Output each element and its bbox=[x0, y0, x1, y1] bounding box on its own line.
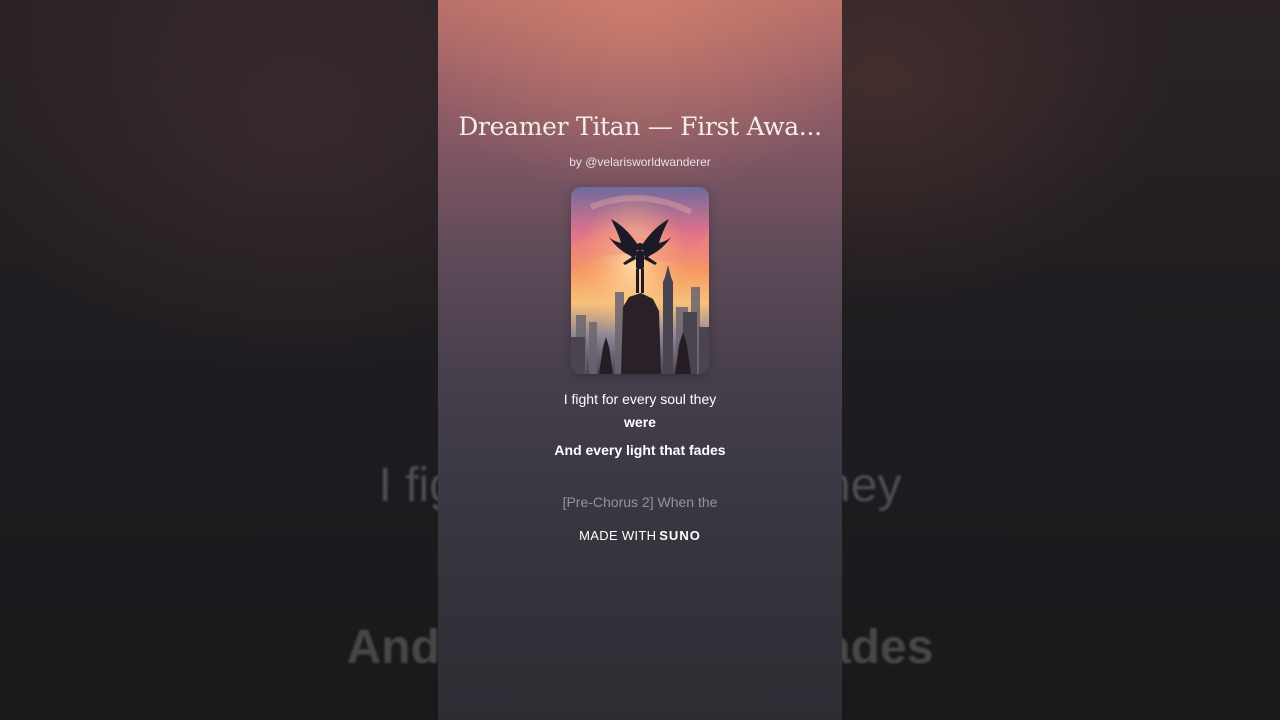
current-lyric-line: I fight for every soul they bbox=[563, 391, 717, 407]
upcoming-lyric-line: [Pre-Chorus 2] When the bbox=[562, 494, 718, 510]
cover-art bbox=[571, 187, 709, 374]
current-lyric-line-2: And every light that fades bbox=[554, 442, 726, 458]
made-with-suno-badge: MADE WITH SUNO bbox=[438, 528, 842, 543]
artist-byline: by @velarisworldwanderer bbox=[569, 155, 711, 169]
song-title: Dreamer Titan — First Awa... bbox=[458, 112, 822, 141]
cover-art-image bbox=[571, 187, 709, 374]
suno-brand-label: SUNO bbox=[659, 528, 701, 543]
current-lyric-highlighted-word: were bbox=[624, 414, 656, 430]
made-with-label: MADE WITH bbox=[579, 528, 657, 543]
lyric-video-panel: Dreamer Titan — First Awa... by @velaris… bbox=[438, 0, 842, 720]
